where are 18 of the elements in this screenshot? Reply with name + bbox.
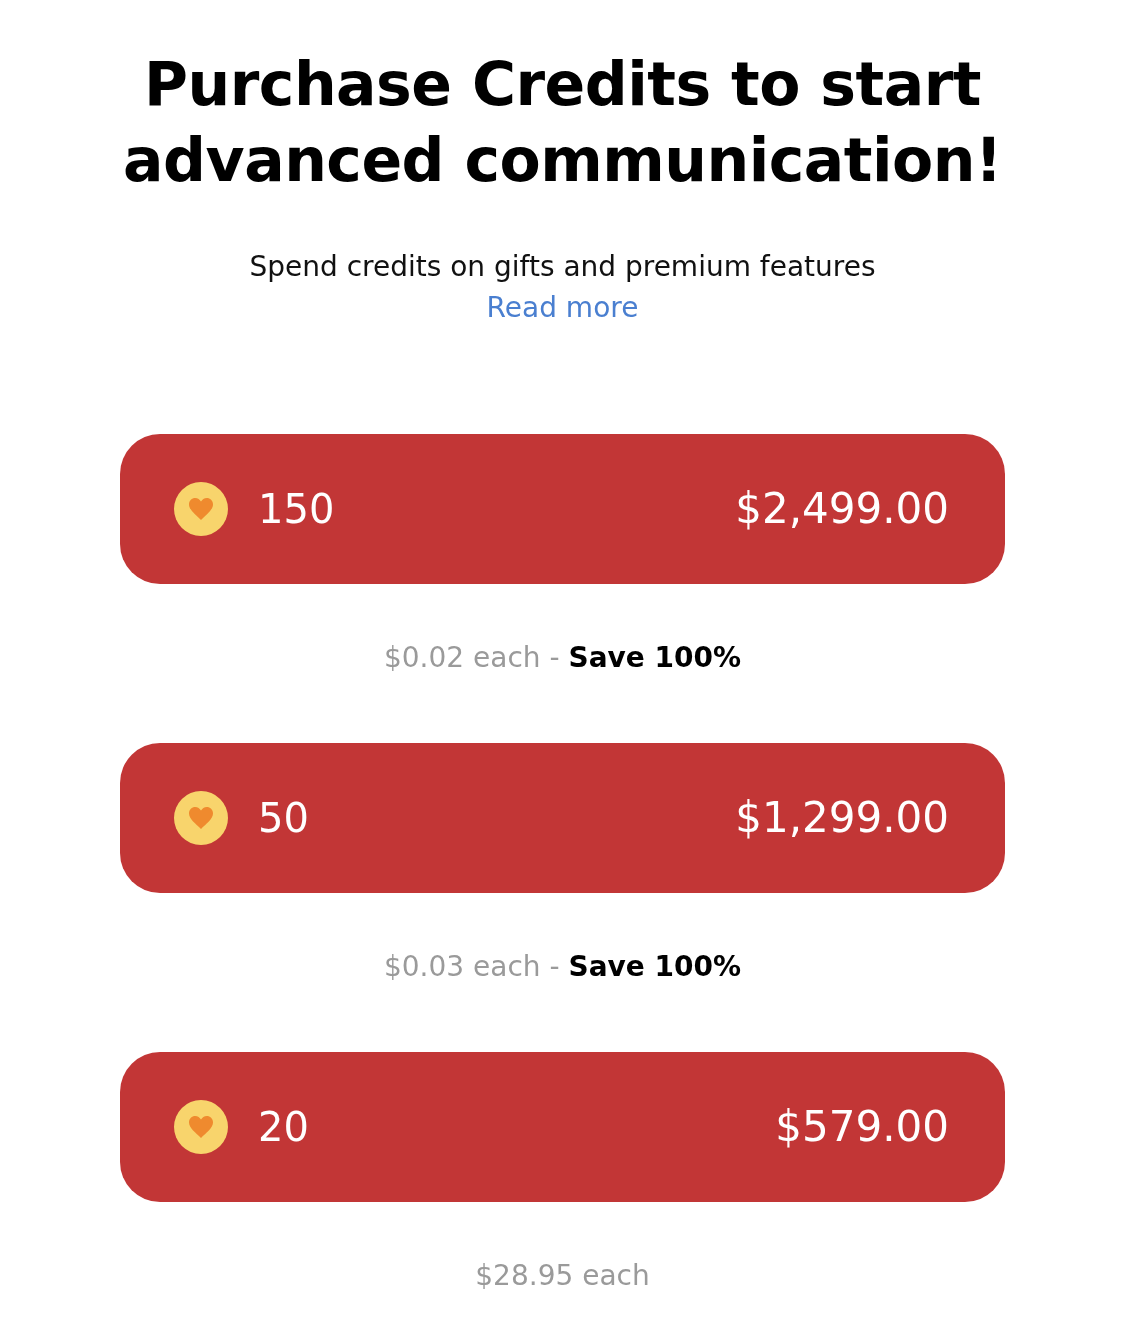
read-more-link[interactable]: Read more xyxy=(486,287,639,328)
credit-package-button[interactable]: 20 $579.00 xyxy=(120,1052,1005,1202)
price-label: $1,299.00 xyxy=(735,793,949,843)
price-label: $2,499.00 xyxy=(735,484,949,534)
unit-price-caption: $0.02 each - Save 100% xyxy=(383,639,742,676)
unit-price-caption: $28.95 each xyxy=(475,1257,650,1294)
credit-package-button[interactable]: 150 $2,499.00 xyxy=(120,434,1005,584)
heart-coin-icon xyxy=(174,482,228,536)
credits-amount: 150 xyxy=(258,485,335,533)
heart-coin-icon xyxy=(174,1100,228,1154)
credit-package-button[interactable]: 50 $1,299.00 xyxy=(120,743,1005,893)
price-label: $579.00 xyxy=(775,1102,949,1152)
credits-amount: 20 xyxy=(258,1103,309,1151)
heart-coin-icon xyxy=(174,791,228,845)
credits-amount: 50 xyxy=(258,794,309,842)
page-title: Purchase Credits to start advanced communication! xyxy=(122,48,1003,197)
unit-price-caption: $0.03 each - Save 100% xyxy=(383,948,742,985)
subtitle-text: Spend credits on gifts and premium features xyxy=(249,249,876,285)
